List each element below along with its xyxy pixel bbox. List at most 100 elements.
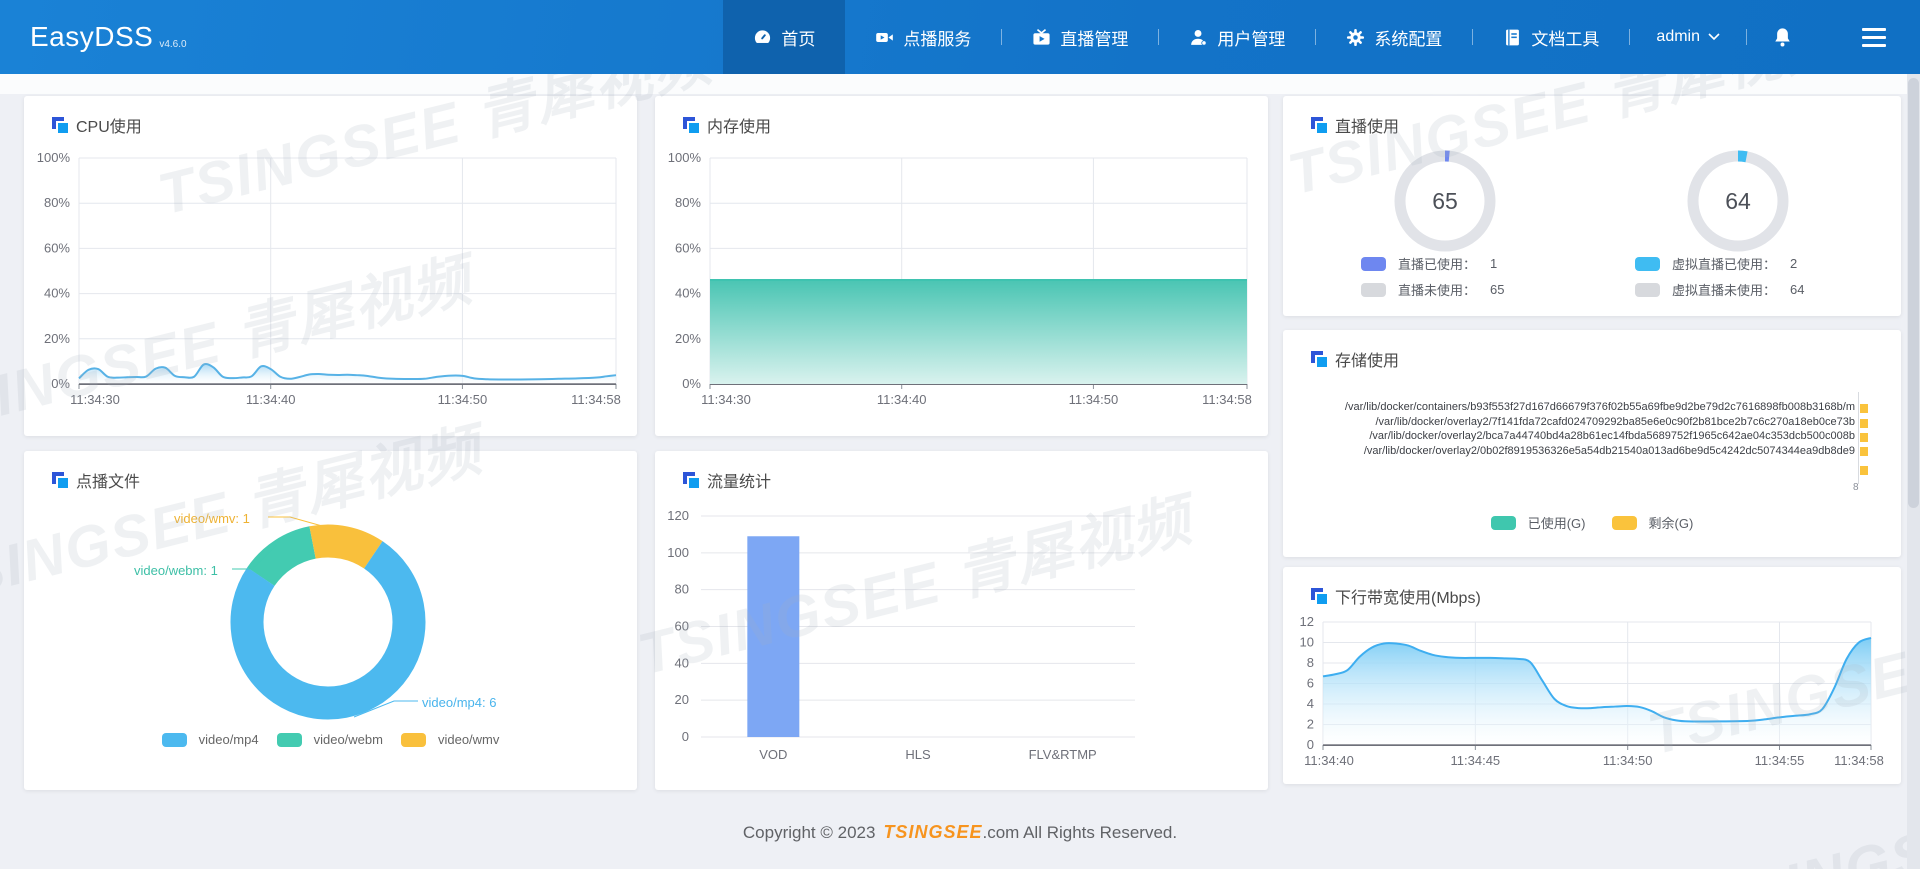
live-tv-icon [1033,28,1050,45]
card-title: 存储使用 [1311,347,1399,371]
svg-text:HLS: HLS [905,747,931,762]
storage-path: /var/lib/docker/overlay2/7f141fda72cafd0… [1375,415,1855,428]
storage-path: /var/lib/docker/containers/b93f553f27d16… [1344,401,1855,413]
legend-remaining: 剩余(G) [1611,513,1693,532]
gear-icon [1347,28,1365,46]
legend-swatch [1361,256,1386,271]
svg-text:11:34:50: 11:34:50 [1603,753,1653,768]
svg-text:11:34:58: 11:34:58 [571,392,621,407]
svg-text:20%: 20% [44,331,70,346]
svg-text:12: 12 [1300,614,1314,629]
pie-callout-mp4: video/mp4: 6 [422,695,497,710]
hamburger-menu-button[interactable] [1852,0,1896,74]
user-menu[interactable]: admin [1630,0,1746,74]
card-title: 流量统计 [683,468,771,492]
storage-path: /var/lib/docker/overlay2/bca7a44740bd4a2… [1369,430,1855,442]
nav-item-vod-service[interactable]: 点播服务 [845,0,1001,74]
chevron-down-icon [1708,33,1720,41]
svg-text:6: 6 [1307,676,1314,691]
svg-text:2: 2 [1307,717,1314,732]
pie-callout-wmv: video/wmv: 1 [174,511,250,526]
legend-swatch [400,732,426,747]
svg-text:64: 64 [1725,188,1751,214]
svg-text:100: 100 [667,545,689,560]
svg-text:11:34:55: 11:34:55 [1755,753,1805,768]
legend-virtual-live-free: 虚拟直播未使用： 64 [1635,280,1804,299]
legend-used: 已使用(G) [1490,513,1586,532]
svg-text:120: 120 [667,508,689,523]
pie-callout-webm: video/webm: 1 [134,563,218,578]
legend-swatch [276,732,302,747]
storage-bar [1860,466,1868,475]
sub-header-strip [0,74,1920,94]
chart-icon [1311,588,1327,604]
svg-text:11:34:30: 11:34:30 [70,392,120,407]
svg-text:11:34:45: 11:34:45 [1451,753,1501,768]
svg-text:0%: 0% [51,376,70,391]
card-vod-files: 点播文件 video/wmv: 1 video/webm: 1 video/mp… [24,451,637,790]
svg-text:11:34:58: 11:34:58 [1834,753,1884,768]
svg-text:100%: 100% [668,150,702,165]
nav-item-system-config[interactable]: 系统配置 [1316,0,1472,74]
svg-text:11:34:50: 11:34:50 [1069,392,1119,407]
traffic-bar-chart: 0 20 40 60 80 100 120 VOD HLS FLV&RTMP [667,508,1135,762]
legend-webm: video/webm [276,732,383,747]
card-title: 直播使用 [1311,113,1399,137]
legend-wmv: video/wmv [400,732,499,747]
svg-text:0%: 0% [682,376,701,391]
svg-text:0: 0 [1307,737,1314,752]
hamburger-icon [1862,27,1886,31]
nav-item-live-management[interactable]: 直播管理 [1002,0,1158,74]
legend-swatch [1635,256,1660,271]
notifications-button[interactable] [1747,0,1818,74]
svg-text:60%: 60% [44,240,70,255]
svg-text:40: 40 [675,655,689,670]
card-traffic-stats: 流量统计 0 20 40 60 80 100 120 VOD HLS FLV&RTMP [655,451,1268,790]
nav-item-user-management[interactable]: 用户管理 [1159,0,1315,74]
svg-text:80%: 80% [675,195,701,210]
legend-virtual-live-used: 虚拟直播已使用： 2 [1635,254,1797,273]
svg-text:40%: 40% [675,286,701,301]
svg-text:60%: 60% [675,240,701,255]
svg-text:20: 20 [675,692,689,707]
storage-axis-line [1858,392,1859,484]
storage-bar [1860,404,1868,413]
svg-text:65: 65 [1432,188,1458,214]
card-downlink-bandwidth: 下行带宽使用(Mbps) 0 2 4 6 8 10 12 11:34:40 11:34:45 11… [1283,567,1901,784]
card-cpu-usage: CPU使用 0% 20% 40% 60% 80% 100% 11:34:30 11:34:40… [24,96,637,436]
svg-text:60: 60 [675,619,689,634]
svg-text:11:34:50: 11:34:50 [438,392,488,407]
legend-swatch [1490,515,1516,530]
memory-usage-chart: 0% 20% 40% 60% 80% 100% 11:34:30 11:34:40 11:34:… [668,150,1252,407]
storage-bar [1860,447,1868,456]
user-icon [1191,29,1207,46]
footer: Copyright © 2023 TSINGSEE.com All Rights … [0,822,1920,843]
nav-item-doc-tools[interactable]: 文档工具 [1473,0,1629,74]
svg-text:10: 10 [1300,635,1314,650]
scrollbar-thumb[interactable] [1908,78,1919,508]
svg-text:VOD: VOD [759,747,787,762]
card-live-usage: 直播使用 65 64 直播已使用： 1 直播未使用： 65 虚拟直播已使用： 2 … [1283,96,1901,316]
card-title: 下行带宽使用(Mbps) [1311,584,1481,608]
document-icon [1506,29,1520,45]
card-memory-usage: 内存使用 0% 20% 40% 60% 80% 100% 11:34:30 11:34:40 1… [655,96,1268,436]
legend-swatch [161,732,187,747]
svg-text:11:34:40: 11:34:40 [877,392,927,407]
legend-live-used: 直播已使用： 1 [1361,254,1497,273]
svg-text:40%: 40% [44,286,70,301]
svg-text:FLV&RTMP: FLV&RTMP [1029,747,1097,762]
navbar: EasyDSS v4.6.0 首页 点播服务 直播管理 用户管理 系统配置 文档… [0,0,1920,74]
vod-camera-icon [876,32,894,42]
svg-text:4: 4 [1307,696,1314,711]
storage-bar [1860,433,1868,442]
scrollbar-track[interactable] [1907,74,1920,869]
nav-item-home[interactable]: 首页 [723,0,846,74]
navbar-right: admin [1630,0,1920,74]
card-title: 内存使用 [683,113,771,137]
card-storage-usage: 存储使用 /var/lib/docker/containers/b93f553f… [1283,330,1901,557]
storage-path: /var/lib/docker/overlay2/0b02f8919536326… [1363,444,1855,457]
legend-live-free: 直播未使用： 65 [1361,280,1504,299]
legend-swatch [1611,515,1637,530]
card-title: 点播文件 [52,468,140,492]
copyright-suffix: .com All Rights Reserved. [982,823,1178,842]
